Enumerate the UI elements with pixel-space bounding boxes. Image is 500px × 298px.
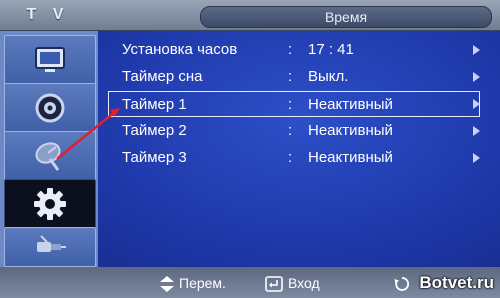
- row-value: Неактивный: [308, 149, 393, 166]
- chevron-right-icon: [473, 45, 480, 55]
- enter-hint: Вход: [265, 274, 320, 293]
- settings-menu-list: Установка часов : 17 : 41 Таймер сна : В…: [98, 31, 500, 267]
- return-hint: [394, 274, 415, 292]
- source-label: T V: [26, 6, 70, 23]
- sidebar-item-setup[interactable]: [4, 179, 96, 229]
- menu-row-timer-3[interactable]: Таймер 3 : Неактивный: [108, 145, 480, 171]
- row-separator: :: [288, 122, 293, 139]
- row-separator: :: [288, 149, 293, 166]
- row-value: 17 : 41: [308, 41, 354, 58]
- sidebar-item-picture[interactable]: [4, 35, 96, 85]
- enter-hint-label: Вход: [288, 275, 320, 291]
- row-label: Таймер 1: [122, 96, 187, 113]
- sound-icon: [35, 93, 65, 123]
- move-hint: Перем.: [160, 274, 226, 293]
- enter-icon: [265, 276, 283, 293]
- tv-menu-screen: T V Время Установка часов: 17: 41 Тайм…: [0, 0, 500, 298]
- sidebar-item-sound[interactable]: [4, 83, 96, 133]
- menu-row-clock-set[interactable]: Установка часов : 17 : 41: [108, 37, 480, 63]
- chevron-right-icon: [473, 153, 480, 163]
- row-value: Выкл.: [308, 68, 349, 85]
- chevron-right-icon: [473, 72, 480, 82]
- row-label: Таймер сна: [122, 68, 203, 85]
- row-label: Таймер 3: [122, 149, 187, 166]
- input-connector-icon: [37, 235, 66, 252]
- row-value: Неактивный: [308, 96, 393, 113]
- menu-row-timer-2[interactable]: Таймер 2 : Неактивный: [108, 118, 480, 144]
- updown-arrows-icon: [160, 276, 174, 293]
- picture-icon: [35, 47, 65, 72]
- return-icon: [394, 277, 410, 292]
- row-separator: :: [288, 96, 293, 113]
- chevron-right-icon: [473, 99, 480, 109]
- setup-gear-icon: [34, 188, 66, 220]
- sidebar-item-channel[interactable]: [4, 131, 96, 181]
- chevron-right-icon: [473, 126, 480, 136]
- move-hint-label: Перем.: [179, 275, 226, 291]
- row-separator: :: [288, 68, 293, 85]
- channel-antenna-icon: [35, 142, 61, 171]
- row-separator: :: [288, 41, 293, 58]
- category-sidebar: [0, 31, 98, 267]
- row-label: Установка часов: [122, 41, 238, 58]
- sidebar-item-input[interactable]: [4, 227, 96, 267]
- menu-row-timer-1[interactable]: Таймер 1 : Неактивный: [108, 91, 480, 117]
- header-bar: T V Время: [0, 0, 500, 31]
- menu-title: Время: [200, 6, 492, 28]
- site-watermark: Botvet.ru: [419, 273, 494, 292]
- row-value: Неактивный: [308, 122, 393, 139]
- row-label: Таймер 2: [122, 122, 187, 139]
- menu-row-sleep-timer[interactable]: Таймер сна : Выкл.: [108, 64, 480, 90]
